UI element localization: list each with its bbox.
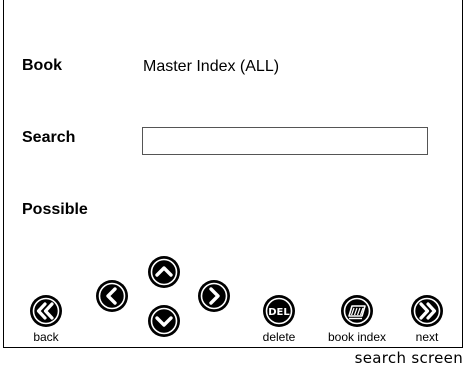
chevron-down-icon	[148, 305, 180, 337]
book-index-label: book index	[327, 330, 387, 344]
right-button[interactable]	[197, 279, 231, 313]
search-input[interactable]	[142, 127, 428, 155]
next-button[interactable]	[410, 294, 444, 328]
double-chevron-left-icon	[30, 295, 62, 327]
delete-label: delete	[262, 330, 296, 344]
book-value[interactable]: Master Index (ALL)	[143, 58, 279, 76]
chevron-left-icon	[96, 280, 128, 312]
search-label: Search	[22, 129, 76, 146]
back-button[interactable]	[29, 294, 63, 328]
book-label: Book	[22, 57, 62, 74]
delete-button[interactable]: DEL	[262, 294, 296, 328]
left-button[interactable]	[95, 279, 129, 313]
next-label: next	[415, 330, 439, 344]
svg-text:DEL: DEL	[268, 307, 290, 318]
del-icon: DEL	[263, 295, 295, 327]
down-button[interactable]	[147, 304, 181, 338]
possible-label: Possible	[22, 201, 88, 218]
chevron-up-icon	[148, 256, 180, 288]
book-index-icon	[341, 295, 373, 327]
up-button[interactable]	[147, 255, 181, 289]
chevron-right-icon	[198, 280, 230, 312]
screen-caption: search screen	[354, 349, 463, 367]
back-label: back	[33, 330, 59, 344]
book-index-button[interactable]	[340, 294, 374, 328]
search-screen-panel: Book Master Index (ALL) Search Possible …	[3, 0, 463, 348]
double-chevron-right-icon	[411, 295, 443, 327]
